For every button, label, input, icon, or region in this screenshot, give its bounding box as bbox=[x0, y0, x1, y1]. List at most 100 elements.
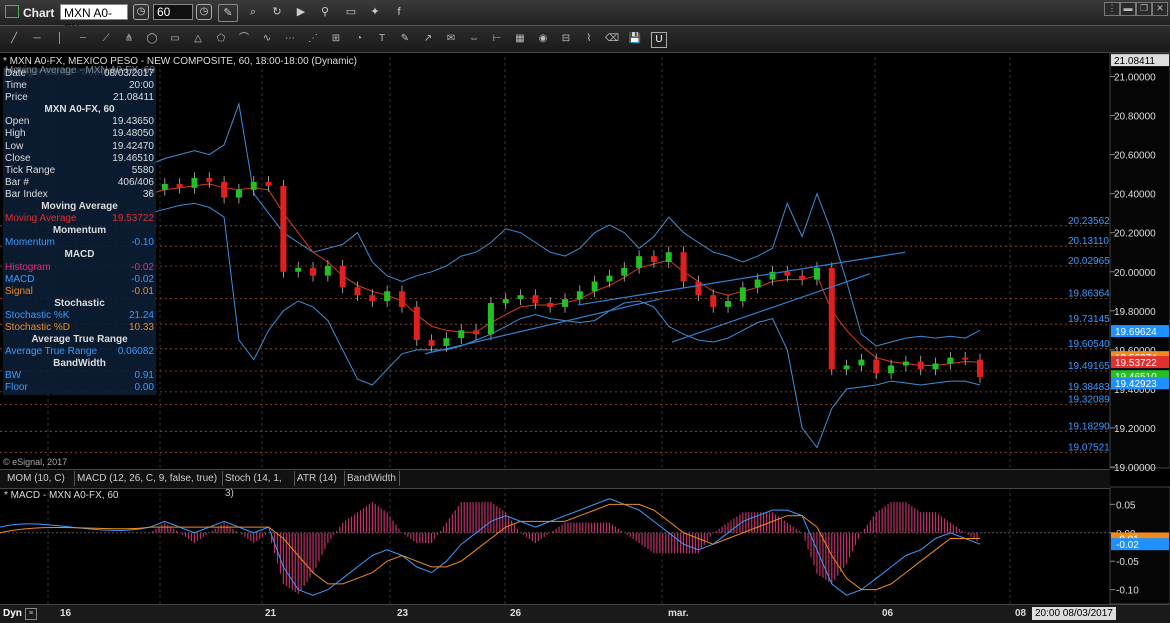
info-value: 20:00 bbox=[128, 80, 154, 92]
candle-body bbox=[725, 301, 732, 307]
pencil-icon[interactable]: ✎ bbox=[218, 4, 238, 22]
channel-icon[interactable]: ⟋ bbox=[99, 32, 113, 46]
lock-icon[interactable]: U bbox=[651, 32, 667, 48]
interval-input[interactable]: 60 bbox=[153, 4, 193, 20]
play-icon[interactable]: ▶ bbox=[292, 4, 310, 20]
info-row: Floor 0.00 bbox=[3, 382, 156, 394]
drawing-toolbar: ╱ ─ │ ┄ ⟋ ⋔ ◯ ▭ △ ⬠ ⌒ ∿ ⋯ ⋰ ⊞ ◔ T ✎ ↗ ✉ ⇔ ⊢ ▦ ◉ ⊟ ⌇ ⌫ 💾 U bbox=[0, 26, 1170, 53]
info-time: Time 20:00 bbox=[3, 80, 156, 92]
study-tab[interactable]: ATR (14) bbox=[294, 471, 345, 486]
eye-icon[interactable]: ◉ bbox=[536, 32, 550, 46]
candle-body bbox=[547, 303, 554, 307]
info-section-title: Average True Range bbox=[31, 334, 128, 346]
macd-y-tick-label: -0.10 bbox=[1116, 586, 1139, 597]
chart-svg[interactable]: 21.00000 20.80000 20.60000 20.40000 20.20000… bbox=[0, 53, 1170, 622]
note-icon[interactable]: ✉ bbox=[444, 32, 458, 46]
arc-icon[interactable]: ⌒ bbox=[237, 32, 251, 46]
fib-level-label: 20.02965 bbox=[1068, 256, 1110, 267]
candle-body bbox=[962, 357, 969, 360]
ruler-icon[interactable]: ⊢ bbox=[490, 32, 504, 46]
candle-body bbox=[532, 295, 539, 303]
fib-level-label: 19.60540 bbox=[1068, 339, 1110, 350]
grid-icon[interactable]: ⊟ bbox=[559, 32, 573, 46]
line-icon[interactable]: ╱ bbox=[7, 32, 21, 46]
save-icon[interactable]: 💾 bbox=[628, 32, 642, 46]
candle-body bbox=[458, 330, 465, 339]
candle-body bbox=[295, 267, 302, 272]
info-row: BW 0.91 bbox=[3, 370, 156, 382]
info-label: Average True Range bbox=[5, 346, 98, 358]
symbol-input[interactable]: MXN A0-FX bbox=[60, 4, 128, 36]
candle-body bbox=[977, 359, 983, 378]
ray-icon[interactable]: ─ bbox=[30, 32, 44, 46]
info-section-title: Momentum bbox=[52, 225, 107, 237]
fib-fan-icon[interactable]: ⋰ bbox=[306, 32, 320, 46]
link-icon[interactable]: ⚲ bbox=[316, 4, 334, 20]
info-row: Low 19.42470 bbox=[3, 141, 156, 153]
candle-body bbox=[739, 287, 746, 302]
candle-body bbox=[443, 338, 450, 346]
info-section-title: MXN A0-FX, 60 bbox=[44, 104, 115, 116]
candle-body bbox=[161, 183, 168, 190]
dyn-mode-label[interactable]: Dyn bbox=[3, 608, 22, 619]
gann-icon[interactable]: ⊞ bbox=[329, 32, 343, 46]
candle-body bbox=[280, 185, 287, 272]
info-row: High 19.48050 bbox=[3, 128, 156, 140]
info-label: Stochastic %K bbox=[5, 309, 70, 321]
info-label: Moving Average bbox=[5, 213, 77, 225]
info-section-title: MACD bbox=[64, 249, 95, 261]
callout-icon[interactable]: ✎ bbox=[398, 32, 412, 46]
study-tab[interactable]: MACD (12, 26, C, 9, false, true) bbox=[74, 471, 223, 486]
refresh-icon[interactable]: ↻ bbox=[268, 4, 286, 20]
info-value: 0.91 bbox=[134, 370, 154, 382]
fib-level-label: 19.18290 bbox=[1068, 421, 1110, 432]
hline-icon[interactable]: ┄ bbox=[76, 32, 90, 46]
window-title: Chart bbox=[5, 5, 54, 20]
pitchfork-icon[interactable]: ⋔ bbox=[122, 32, 136, 46]
polygon-icon[interactable]: ⬠ bbox=[214, 32, 228, 46]
menu-button[interactable]: ⋮ bbox=[1104, 2, 1120, 16]
wave-icon[interactable]: ⌇ bbox=[582, 32, 596, 46]
chat-icon[interactable]: ▭ bbox=[342, 4, 360, 20]
text-icon[interactable]: T bbox=[375, 32, 389, 46]
y-tick-label: 20.60000 bbox=[1114, 151, 1156, 162]
clock-icon[interactable]: ◷ bbox=[133, 4, 149, 20]
eraser-icon[interactable]: ⌫ bbox=[605, 32, 619, 46]
copyright-label: © eSignal, 2017 bbox=[3, 457, 67, 467]
info-label: Time bbox=[5, 80, 27, 92]
arrow-icon[interactable]: ↗ bbox=[421, 32, 435, 46]
info-section-title: Stochastic bbox=[54, 297, 105, 309]
interval-clock-icon[interactable]: ◷ bbox=[196, 4, 212, 20]
info-label: Low bbox=[5, 140, 24, 152]
minimize-button[interactable]: ▬ bbox=[1120, 2, 1136, 16]
triangle-icon[interactable]: △ bbox=[191, 32, 205, 46]
vline-icon[interactable]: │ bbox=[53, 32, 67, 46]
candle-body bbox=[473, 330, 480, 335]
brush-icon[interactable]: ∿ bbox=[260, 32, 274, 46]
candle-body bbox=[843, 365, 850, 370]
cycle-icon[interactable]: ◔ bbox=[352, 32, 366, 46]
table-icon[interactable]: ▦ bbox=[513, 32, 527, 46]
close-button[interactable]: ✕ bbox=[1152, 2, 1168, 16]
info-value: 0.06082 bbox=[117, 346, 154, 358]
search-icon[interactable]: ⌕ bbox=[244, 4, 262, 20]
macd-panel-bg bbox=[0, 487, 1110, 604]
fib-icon[interactable]: ⋯ bbox=[283, 32, 297, 46]
y-tick-label: 20.80000 bbox=[1114, 112, 1156, 123]
facebook-icon[interactable]: f bbox=[390, 4, 408, 20]
info-label: Histogram bbox=[5, 261, 51, 273]
macd-y-tick-label: -0.05 bbox=[1116, 557, 1139, 568]
rectangle-icon[interactable]: ▭ bbox=[168, 32, 182, 46]
measure-icon[interactable]: ⇔ bbox=[467, 32, 481, 46]
scroll-icon[interactable]: ≡ bbox=[25, 608, 37, 620]
candle-body bbox=[591, 281, 598, 292]
candle-body bbox=[932, 363, 939, 370]
study-tab[interactable]: BandWidth bbox=[344, 471, 400, 486]
restore-button[interactable]: ❐ bbox=[1136, 2, 1152, 16]
study-tab[interactable]: Stoch (14, 1, 3) bbox=[222, 471, 295, 499]
fib-level-label: 19.07521 bbox=[1068, 442, 1110, 453]
twitter-icon[interactable]: ✦ bbox=[366, 4, 384, 20]
candle-body bbox=[502, 299, 509, 303]
ellipse-icon[interactable]: ◯ bbox=[145, 32, 159, 46]
study-tab[interactable]: MOM (10, C) bbox=[4, 471, 75, 486]
